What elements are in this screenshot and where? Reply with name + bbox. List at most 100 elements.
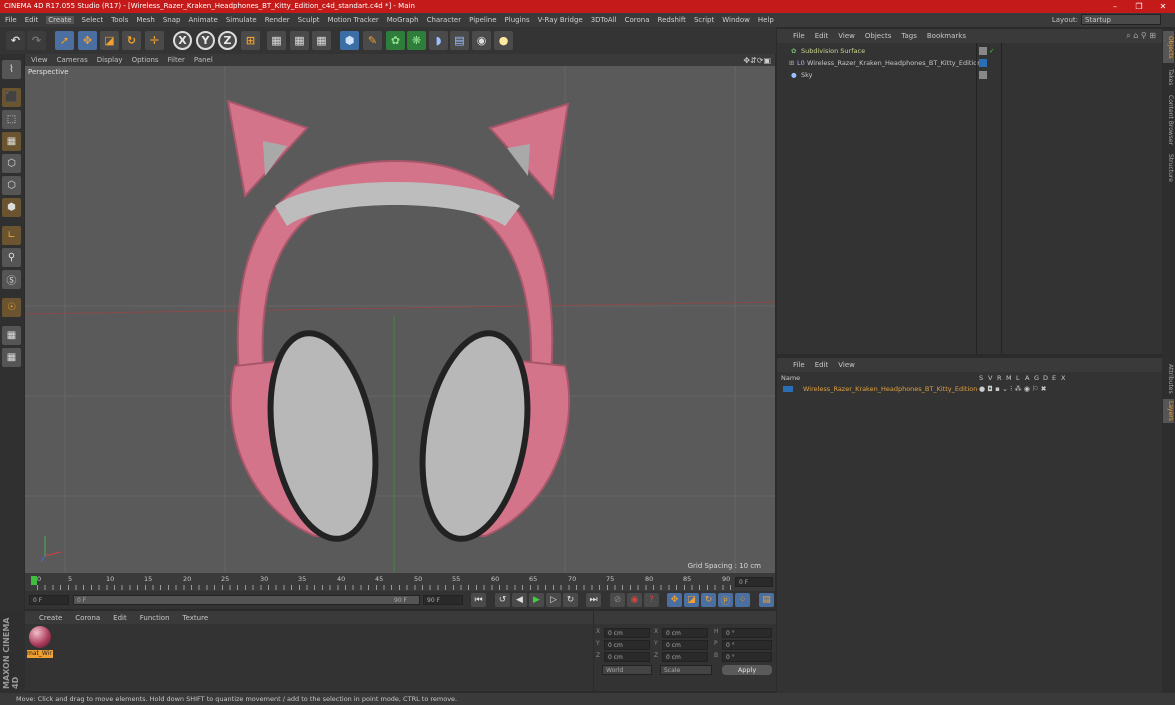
menu-render[interactable]: Render [265,16,290,24]
timeline-window-icon[interactable]: ▤ [759,593,774,607]
tab-content-browser[interactable]: Content Browser [1163,91,1174,149]
tab-structure[interactable]: Structure [1163,151,1174,185]
tab-layers[interactable]: Layers [1163,399,1174,423]
menu-animate[interactable]: Animate [188,16,217,24]
record-icon[interactable]: ⊘ [610,593,625,607]
layout-dropdown[interactable]: Startup [1081,14,1161,25]
position-z-field[interactable]: 0 cm [604,652,650,662]
viewport-menu-filter[interactable]: Filter [168,56,185,64]
points-mode-icon[interactable]: ⬡ [2,154,21,173]
position-y-field[interactable]: 0 cm [604,640,650,650]
position-x-field[interactable]: 0 cm [604,628,650,638]
layer-row[interactable]: Wireless_Razer_Kraken_Headphones_BT_Kitt… [777,383,1162,395]
menu-pipeline[interactable]: Pipeline [469,16,496,24]
redo-icon[interactable]: ↷ [27,31,46,50]
object-menu-objects[interactable]: Objects [865,32,891,40]
object-row[interactable]: ● Sky [777,69,1162,81]
key-scale-icon[interactable]: ◪ [684,593,699,607]
previous-key-icon[interactable]: ↺ [495,593,510,607]
size-x-field[interactable]: 0 cm [662,628,708,638]
key-position-icon[interactable]: ✥ [667,593,682,607]
go-to-end-icon[interactable]: ⏭ [586,593,601,607]
object-row[interactable]: ⊞ L0 Wireless_Razer_Kraken_Headphones_BT… [777,57,1162,69]
object-menu-bookmarks[interactable]: Bookmarks [927,32,966,40]
scale-icon[interactable]: ◪ [100,31,119,50]
material-menu-create[interactable]: Create [39,614,62,622]
go-to-start-icon[interactable]: ⏮ [471,593,486,607]
viewport-menu-panel[interactable]: Panel [194,56,213,64]
layer-menu-edit[interactable]: Edit [815,361,829,369]
edges-mode-icon[interactable]: ⬡ [2,176,21,195]
menu-mesh[interactable]: Mesh [136,16,154,24]
object-menu-view[interactable]: View [838,32,855,40]
z-axis-button[interactable]: Z [218,31,237,50]
viewport[interactable]: Perspective Grid Spacing : 10 cm [25,66,775,573]
layer-name[interactable]: Wireless_Razer_Kraken_Headphones_BT_Kitt… [803,383,977,395]
coordinate-mode-dropdown[interactable]: World [602,665,652,675]
range-slider[interactable]: 0 F 90 F [73,595,420,605]
size-mode-dropdown[interactable]: Scale [660,665,712,675]
polygons-mode-icon[interactable]: ⬢ [2,198,21,217]
lock-workplane-icon[interactable]: ▦ [2,326,21,345]
menu-mograph[interactable]: MoGraph [387,16,419,24]
menu-simulate[interactable]: Simulate [226,16,257,24]
cube-icon[interactable]: ⬢ [340,31,359,50]
previous-frame-icon[interactable]: ◀ [512,593,527,607]
expand-icon[interactable]: ⊞ [789,57,794,69]
rotation-b-field[interactable]: 0 ° [722,652,772,662]
viewport-nav-icon[interactable]: ✥⇵⟳▣ [743,56,771,65]
layer-menu-view[interactable]: View [838,361,855,369]
menu-edit[interactable]: Edit [25,16,39,24]
snap-icon[interactable]: Ⓢ [2,270,21,289]
menu-motion-tracker[interactable]: Motion Tracker [328,16,379,24]
tab-attributes[interactable]: Attributes [1163,361,1174,397]
minimize-button[interactable]: – [1103,0,1127,13]
workplane-icon[interactable]: ▦ [2,132,21,151]
render-view-icon[interactable]: ▦ [267,31,286,50]
menu-window[interactable]: Window [722,16,750,24]
viewport-menu-display[interactable]: Display [97,56,123,64]
autokey-icon[interactable]: ◉ [627,593,642,607]
enabled-check-icon[interactable]: ✓ [989,45,994,57]
object-menu-edit[interactable]: Edit [815,32,829,40]
object-menu-file[interactable]: File [793,32,805,40]
menu-sculpt[interactable]: Sculpt [298,16,320,24]
layer-menu-file[interactable]: File [793,361,805,369]
render-picture-viewer-icon[interactable]: ▦ [290,31,309,50]
menu-script[interactable]: Script [694,16,714,24]
material-menu-corona[interactable]: Corona [75,614,100,622]
play-icon[interactable]: ▶ [529,593,544,607]
tweak-mode-icon[interactable]: ⚲ [2,248,21,267]
menu-plugins[interactable]: Plugins [505,16,530,24]
timeline-ruler[interactable]: 0 5 10 15 20 25 30 35 40 45 50 55 60 65 … [25,573,775,591]
rotation-p-field[interactable]: 0 ° [722,640,772,650]
render-settings-icon[interactable]: ▦ [312,31,331,50]
current-frame-field[interactable]: 0 F [735,577,773,587]
apply-button[interactable]: Apply [722,665,772,675]
size-z-field[interactable]: 0 cm [662,652,708,662]
array-icon[interactable]: ❋ [407,31,426,50]
key-rotation-icon[interactable]: ↻ [701,593,716,607]
y-axis-button[interactable]: Y [196,31,215,50]
menu-select[interactable]: Select [82,16,104,24]
x-axis-button[interactable]: X [173,31,192,50]
next-frame-icon[interactable]: ▷ [546,593,561,607]
size-y-field[interactable]: 0 cm [662,640,708,650]
layer-color-icon[interactable] [979,59,987,67]
planar-workplane-icon[interactable]: ▦ [2,348,21,367]
coordinate-system-icon[interactable]: ⊞ [241,31,260,50]
menu-vray-bridge[interactable]: V-Ray Bridge [538,16,583,24]
material-menu-texture[interactable]: Texture [183,614,209,622]
menu-create[interactable]: Create [46,16,74,24]
material-swatch[interactable]: mat_Wir [27,626,53,662]
layer-color-icon[interactable] [783,386,793,392]
close-button[interactable]: ✕ [1151,0,1175,13]
subdivision-icon[interactable]: ✿ [386,31,405,50]
light-icon[interactable]: ● [494,31,513,50]
menu-tools[interactable]: Tools [111,16,128,24]
pen-spline-icon[interactable]: ✎ [363,31,382,50]
transform-icon[interactable]: ✛ [145,31,164,50]
object-menu-tags[interactable]: Tags [901,32,917,40]
viewport-menu-view[interactable]: View [31,56,48,64]
key-pla-icon[interactable]: ⁘ [735,593,750,607]
